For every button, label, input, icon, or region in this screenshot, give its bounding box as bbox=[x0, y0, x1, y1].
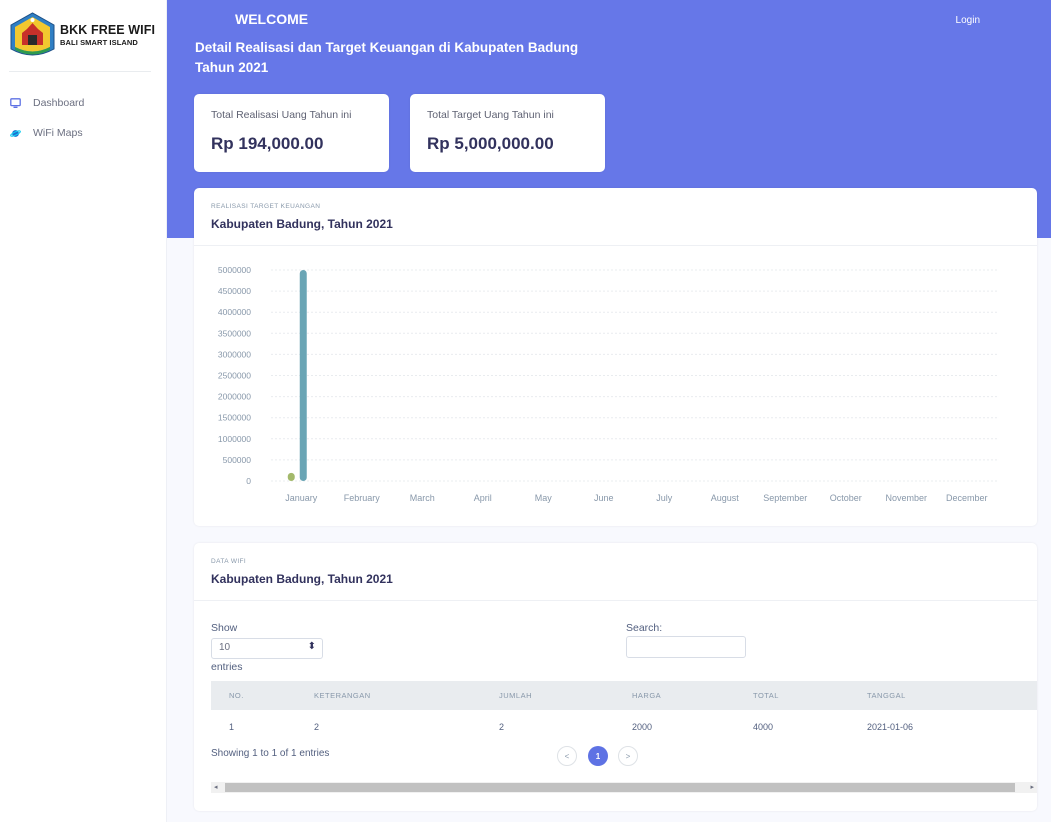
page-title: Detail Realisasi dan Target Keuangan di … bbox=[195, 40, 579, 75]
y-tick-label: 2500000 bbox=[218, 371, 251, 381]
chart-card-pretitle: REALISASI TARGET KEUANGAN bbox=[211, 203, 321, 210]
chart-card: REALISASI TARGET KEUANGAN Kabupaten Badu… bbox=[194, 188, 1037, 526]
x-tick-label: April bbox=[474, 493, 492, 503]
show-label: Show bbox=[211, 622, 238, 634]
search-input[interactable] bbox=[626, 636, 746, 658]
sidebar-item-dashboard[interactable]: Dashboard bbox=[0, 88, 167, 118]
x-tick-label: May bbox=[535, 493, 553, 503]
scroll-right-icon[interactable]: ▸ bbox=[1030, 782, 1034, 793]
column-header-no[interactable]: NO. bbox=[229, 681, 244, 710]
y-tick-label: 4000000 bbox=[218, 307, 251, 317]
bar-chart: 0 500000 1000000 1500000 2000000 2500000 30000… bbox=[218, 265, 997, 503]
column-header-tanggal[interactable]: TANGGAL bbox=[867, 681, 906, 710]
badung-logo-icon bbox=[10, 12, 55, 56]
table-card-title: Kabupaten Badung, Tahun 2021 bbox=[211, 572, 393, 586]
y-tick-label: 2000000 bbox=[218, 392, 251, 402]
y-tick-label: 4500000 bbox=[218, 286, 251, 296]
cell-jumlah: 2 bbox=[499, 722, 505, 732]
brand[interactable]: BKK FREE WIFI BALI SMART ISLAND bbox=[9, 9, 159, 61]
entries-label: entries bbox=[211, 661, 243, 673]
horizontal-scrollbar[interactable]: ◂ ▸ bbox=[211, 782, 1037, 793]
cell-keterangan: 2 bbox=[314, 722, 320, 732]
column-header-harga[interactable]: HARGA bbox=[632, 681, 661, 710]
table-card-pretitle: DATA WIFI bbox=[211, 558, 247, 565]
cell-no: 1 bbox=[229, 722, 235, 732]
x-tick-label: July bbox=[656, 493, 673, 503]
x-tick-label: February bbox=[344, 493, 381, 503]
x-tick-label: October bbox=[830, 493, 862, 503]
column-header-total[interactable]: TOTAL bbox=[753, 681, 779, 710]
sidebar-divider bbox=[9, 71, 151, 72]
table-row: 1 2 2 2000 4000 2021-01-06 bbox=[211, 713, 1037, 741]
x-tick-label: November bbox=[885, 493, 927, 503]
y-tick-label: 500000 bbox=[223, 455, 252, 465]
x-tick-label: March bbox=[410, 493, 435, 503]
x-tick-label: June bbox=[594, 493, 614, 503]
cell-total: 4000 bbox=[753, 722, 774, 732]
cell-tanggal: 2021-01-06 bbox=[867, 722, 914, 732]
welcome-title: WELCOME bbox=[235, 11, 309, 27]
stat-label: Total Realisasi Uang Tahun ini bbox=[211, 109, 352, 121]
y-tick-label: 3000000 bbox=[218, 349, 251, 359]
search-label: Search: bbox=[626, 622, 663, 634]
sidebar-nav: Dashboard WiFi Maps bbox=[0, 88, 167, 148]
chart-card-title: Kabupaten Badung, Tahun 2021 bbox=[211, 217, 393, 231]
table-card: DATA WIFI Kabupaten Badung, Tahun 2021 S… bbox=[194, 543, 1037, 811]
table-info: Showing 1 to 1 of 1 entries bbox=[211, 748, 330, 759]
table-card-header: DATA WIFI Kabupaten Badung, Tahun 2021 bbox=[194, 543, 1037, 601]
entries-select[interactable]: 10 ⬍ bbox=[211, 638, 323, 659]
scrollbar-thumb[interactable] bbox=[225, 783, 1015, 792]
brand-title: BKK FREE WIFI bbox=[60, 23, 156, 37]
cell-harga: 2000 bbox=[632, 722, 653, 732]
stat-card-target: Total Target Uang Tahun ini Rp 5,000,000… bbox=[410, 94, 605, 172]
y-tick-label: 0 bbox=[246, 476, 251, 486]
table-header: NO. KETERANGAN JUMLAH HARGA TOTAL TANGGA… bbox=[211, 681, 1037, 710]
x-tick-label: December bbox=[946, 493, 988, 503]
y-tick-label: 5000000 bbox=[218, 265, 251, 275]
login-link[interactable]: Login bbox=[956, 15, 980, 26]
chart-card-header: REALISASI TARGET KEUANGAN Kabupaten Badu… bbox=[194, 188, 1037, 246]
pager-next-button[interactable]: > bbox=[618, 746, 638, 766]
x-tick-label: August bbox=[711, 493, 740, 503]
column-header-jumlah[interactable]: JUMLAH bbox=[499, 681, 532, 710]
stat-card-realisasi: Total Realisasi Uang Tahun ini Rp 194,00… bbox=[194, 94, 389, 172]
column-header-keterangan[interactable]: KETERANGAN bbox=[314, 681, 371, 710]
y-tick-label: 3500000 bbox=[218, 328, 251, 338]
updown-arrow-icon: ⬍ bbox=[307, 641, 316, 652]
pager-page-1-button[interactable]: 1 bbox=[588, 746, 608, 766]
entries-select-value: 10 bbox=[219, 642, 231, 653]
stat-value: Rp 194,000.00 bbox=[211, 134, 324, 153]
bar bbox=[299, 270, 307, 481]
monitor-icon bbox=[9, 97, 21, 109]
stat-value: Rp 5,000,000.00 bbox=[427, 134, 554, 153]
x-tick-label: September bbox=[763, 493, 807, 503]
brand-subtitle: BALI SMART ISLAND bbox=[60, 37, 138, 47]
pager-prev-button[interactable]: < bbox=[557, 746, 577, 766]
sidebar: BKK FREE WIFI BALI SMART ISLAND Dashboar… bbox=[0, 0, 167, 822]
sidebar-item-label: WiFi Maps bbox=[33, 127, 83, 139]
sidebar-item-label: Dashboard bbox=[33, 97, 85, 109]
y-tick-label: 1500000 bbox=[218, 413, 251, 423]
y-tick-label: 1000000 bbox=[218, 434, 251, 444]
planet-icon bbox=[9, 127, 21, 139]
bar bbox=[287, 472, 295, 481]
stat-label: Total Target Uang Tahun ini bbox=[427, 109, 554, 121]
sidebar-item-wifi-maps[interactable]: WiFi Maps bbox=[0, 118, 167, 148]
scroll-left-icon[interactable]: ◂ bbox=[214, 782, 218, 793]
x-tick-label: January bbox=[285, 493, 318, 503]
